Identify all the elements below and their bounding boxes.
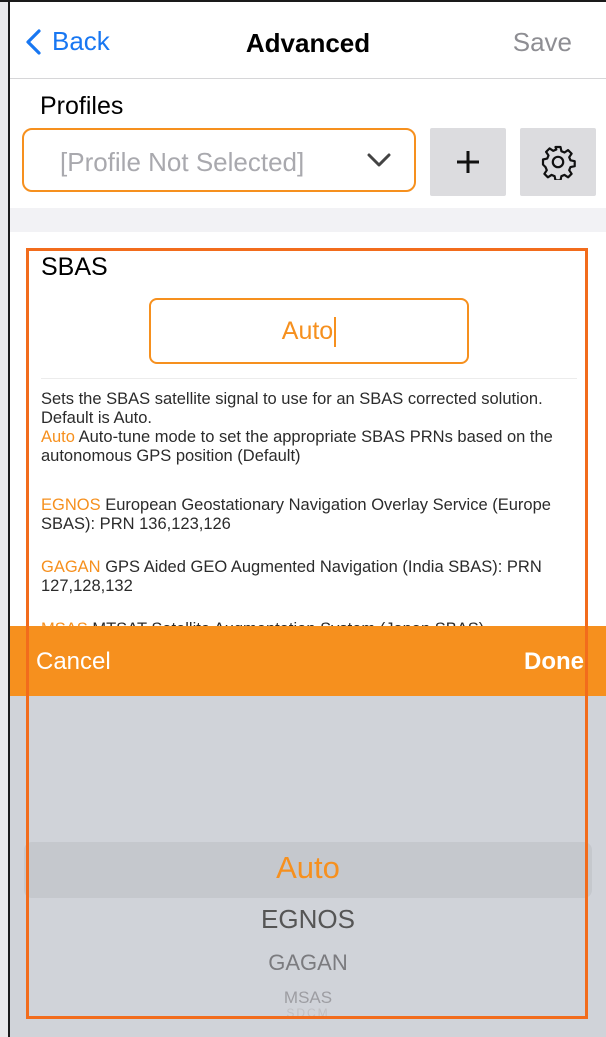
profile-select[interactable]: [Profile Not Selected] (22, 128, 416, 192)
back-label: Back (52, 26, 110, 56)
profiles-label: Profiles (40, 92, 124, 120)
sbas-desc-intro: Sets the SBAS satellite signal to use fo… (41, 390, 581, 466)
picker-toolbar: Cancel Done (10, 626, 606, 696)
desc-keyword: Auto (41, 428, 75, 446)
desc-text: Auto-tune mode to set the appropriate SB… (41, 428, 553, 465)
gear-icon (541, 145, 576, 180)
cancel-button[interactable]: Cancel (36, 648, 111, 676)
text-caret (334, 317, 337, 348)
add-profile-button[interactable] (430, 128, 506, 196)
picker-option-selected[interactable]: Auto (10, 850, 606, 886)
desc-keyword: GAGAN (41, 558, 101, 576)
save-button[interactable]: Save (513, 27, 572, 58)
sbas-title: SBAS (41, 253, 108, 281)
picker-option[interactable]: SDCM (10, 1006, 606, 1020)
picker-option[interactable]: EGNOS (10, 904, 606, 935)
back-button[interactable]: Back (24, 26, 110, 57)
sbas-input[interactable]: Auto (149, 298, 469, 364)
plus-icon (457, 151, 479, 173)
done-button[interactable]: Done (524, 648, 584, 676)
profile-placeholder: [Profile Not Selected] (60, 147, 305, 177)
sbas-desc-egnos: EGNOS European Geostationary Navigation … (41, 496, 581, 534)
sbas-desc-gagan: GAGAN GPS Aided GEO Augmented Navigation… (41, 558, 581, 596)
profile-settings-button[interactable] (520, 128, 596, 196)
chevron-left-icon (26, 28, 41, 55)
section-separator (10, 208, 606, 232)
desc-text: GPS Aided GEO Augmented Navigation (Indi… (41, 558, 542, 595)
desc-text: Sets the SBAS satellite signal to use fo… (41, 390, 543, 427)
desc-text: European Geostationary Navigation Overla… (41, 496, 551, 533)
nav-bar: Back Advanced Save (10, 2, 606, 79)
left-edge (0, 0, 8, 1037)
picker-option[interactable]: MSAS (10, 988, 606, 1008)
sbas-value: Auto (281, 317, 334, 345)
divider (41, 378, 577, 379)
picker-option[interactable]: GAGAN (10, 950, 606, 976)
sbas-picker-wheel[interactable]: Auto EGNOS GAGAN MSAS SDCM (10, 696, 606, 1037)
desc-keyword: EGNOS (41, 496, 101, 514)
chevron-down-icon (367, 153, 391, 167)
